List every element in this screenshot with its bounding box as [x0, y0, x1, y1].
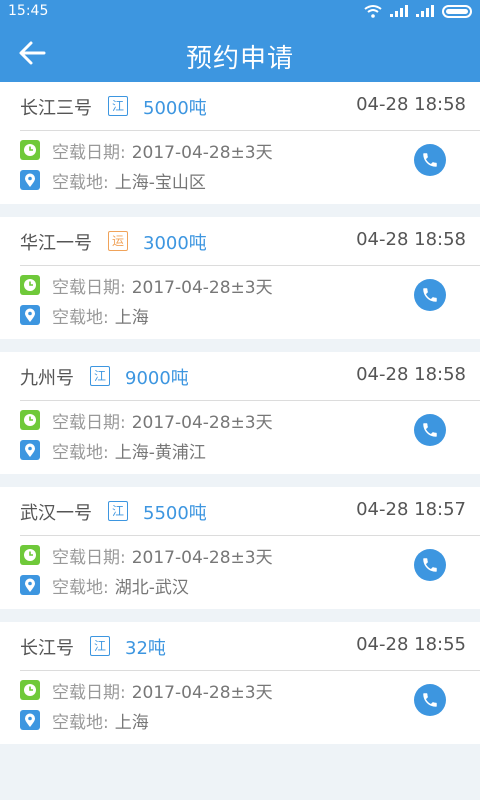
divider	[20, 130, 480, 131]
empty-date: 2017-04-28±3天	[131, 412, 273, 433]
card-header: 华江一号 运 3000吨 04-28 18:58	[0, 217, 480, 265]
card-header: 武汉一号 江 5500吨 04-28 18:57	[0, 487, 480, 535]
empty-place: 上海	[114, 307, 149, 328]
empty-place-row: 空载地: 上海	[20, 305, 149, 328]
signal-icon	[390, 5, 408, 17]
page-title: 预约申请	[185, 44, 294, 74]
empty-place-row: 空载地: 上海	[20, 710, 149, 733]
status-time: 15:45	[8, 3, 49, 19]
divider	[20, 535, 480, 536]
request-time: 04-28 18:58	[356, 229, 466, 250]
clock-icon	[20, 140, 40, 160]
tonnage: 3000吨	[143, 233, 207, 254]
date-label: 空载日期:	[52, 142, 126, 163]
empty-place-row: 空载地: 湖北-武汉	[20, 575, 189, 598]
empty-date: 2017-04-28±3天	[131, 547, 273, 568]
status-bar: 15:45	[0, 0, 480, 24]
empty-place-row: 空载地: 上海-宝山区	[20, 170, 206, 193]
date-label: 空载日期:	[52, 547, 126, 568]
ship-name: 华江一号	[20, 233, 92, 254]
empty-date-row: 空载日期: 2017-04-28±3天	[20, 545, 273, 568]
reservation-card[interactable]: 九州号 江 9000吨 04-28 18:58 空载日期: 2017-04-28…	[0, 352, 480, 474]
ship-name: 长江号	[20, 638, 74, 659]
ship-name: 武汉一号	[20, 503, 92, 524]
divider	[20, 670, 480, 671]
reservation-card[interactable]: 武汉一号 江 5500吨 04-28 18:57 空载日期: 2017-04-2…	[0, 487, 480, 609]
empty-date: 2017-04-28±3天	[131, 277, 273, 298]
divider	[20, 265, 480, 266]
reservation-list: 长江三号 江 5000吨 04-28 18:58 空载日期: 2017-04-2…	[0, 82, 480, 757]
empty-date-row: 空载日期: 2017-04-28±3天	[20, 680, 273, 703]
app-bar: 预约申请	[0, 24, 480, 82]
ship-name: 长江三号	[20, 98, 92, 119]
ship-type-badge: 江	[108, 501, 128, 521]
reservation-card[interactable]: 长江号 江 32吨 04-28 18:55 空载日期: 2017-04-28±3…	[0, 622, 480, 744]
location-pin-icon	[20, 710, 40, 730]
empty-date-row: 空载日期: 2017-04-28±3天	[20, 410, 273, 433]
tonnage: 5000吨	[143, 98, 207, 119]
empty-place: 上海	[114, 712, 149, 733]
card-header: 长江号 江 32吨 04-28 18:55	[0, 622, 480, 670]
place-label: 空载地:	[52, 712, 109, 733]
phone-icon	[423, 288, 437, 302]
place-label: 空载地:	[52, 442, 109, 463]
call-button[interactable]	[414, 684, 446, 716]
ship-type-badge: 江	[108, 96, 128, 116]
signal-icon-2	[416, 5, 434, 17]
card-header: 九州号 江 9000吨 04-28 18:58	[0, 352, 480, 400]
ship-type-badge: 江	[90, 636, 110, 656]
place-label: 空载地:	[52, 307, 109, 328]
phone-icon	[423, 153, 437, 167]
empty-date-row: 空载日期: 2017-04-28±3天	[20, 140, 273, 163]
date-label: 空载日期:	[52, 412, 126, 433]
empty-place-row: 空载地: 上海-黄浦江	[20, 440, 206, 463]
reservation-card[interactable]: 长江三号 江 5000吨 04-28 18:58 空载日期: 2017-04-2…	[0, 82, 480, 204]
card-header: 长江三号 江 5000吨 04-28 18:58	[0, 82, 480, 130]
date-label: 空载日期:	[52, 682, 126, 703]
ship-type-badge: 江	[90, 366, 110, 386]
location-pin-icon	[20, 575, 40, 595]
reservation-card[interactable]: 华江一号 运 3000吨 04-28 18:58 空载日期: 2017-04-2…	[0, 217, 480, 339]
location-pin-icon	[20, 440, 40, 460]
place-label: 空载地:	[52, 172, 109, 193]
location-pin-icon	[20, 305, 40, 325]
status-icons	[364, 4, 472, 18]
request-time: 04-28 18:57	[356, 499, 466, 520]
date-label: 空载日期:	[52, 277, 126, 298]
wifi-icon	[364, 5, 382, 18]
empty-place: 上海-宝山区	[114, 172, 206, 193]
place-label: 空载地:	[52, 577, 109, 598]
battery-icon	[442, 4, 472, 18]
tonnage: 32吨	[125, 638, 166, 659]
empty-date: 2017-04-28±3天	[131, 682, 273, 703]
phone-icon	[423, 693, 437, 707]
tonnage: 9000吨	[125, 368, 189, 389]
call-button[interactable]	[414, 414, 446, 446]
call-button[interactable]	[414, 279, 446, 311]
phone-icon	[423, 558, 437, 572]
clock-icon	[20, 275, 40, 295]
ship-name: 九州号	[20, 368, 74, 389]
divider	[20, 400, 480, 401]
empty-place: 上海-黄浦江	[114, 442, 206, 463]
request-time: 04-28 18:55	[356, 634, 466, 655]
empty-place: 湖北-武汉	[114, 577, 189, 598]
ship-type-badge: 运	[108, 231, 128, 251]
clock-icon	[20, 410, 40, 430]
tonnage: 5500吨	[143, 503, 207, 524]
call-button[interactable]	[414, 144, 446, 176]
clock-icon	[20, 680, 40, 700]
location-pin-icon	[20, 170, 40, 190]
request-time: 04-28 18:58	[356, 94, 466, 115]
empty-date: 2017-04-28±3天	[131, 142, 273, 163]
call-button[interactable]	[414, 549, 446, 581]
empty-date-row: 空载日期: 2017-04-28±3天	[20, 275, 273, 298]
phone-icon	[423, 423, 437, 437]
clock-icon	[20, 545, 40, 565]
request-time: 04-28 18:58	[356, 364, 466, 385]
